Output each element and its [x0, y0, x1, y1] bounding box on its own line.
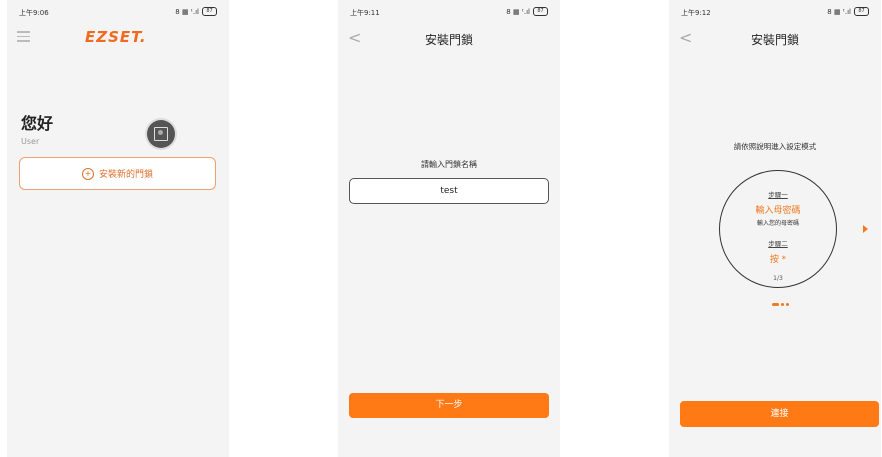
add-lock-label: 安裝新的門鎖 [98, 170, 153, 180]
status-icons: 8 ▦ ᵗ.ıl 87 [175, 7, 217, 16]
status-icons: 8 ▦ ᵗ.ıl 87 [827, 7, 869, 16]
status-bar: 上午9:06 8 ▦ ᵗ.ıl 87 [7, 0, 229, 22]
step2-label: 步驟二 [768, 240, 788, 248]
status-icons: 8 ▦ ᵗ.ıl 87 [506, 7, 548, 16]
signal-icons: 8 ▦ ᵗ.ıl [506, 7, 530, 16]
home-screen: 上午9:06 8 ▦ ᵗ.ıl 87 EZSET. 您好 User + 安裝新的… [7, 0, 229, 457]
battery-icon: 87 [533, 7, 548, 16]
lock-name-input[interactable] [349, 178, 549, 204]
name-lock-screen: 上午9:11 8 ▦ ᵗ.ıl 87 < 安裝門鎖 請輸入門鎖名稱 下一步 [338, 0, 560, 457]
connect-button[interactable]: 連接 [680, 401, 879, 427]
page-title: 安裝門鎖 [750, 33, 799, 47]
pagination-dots [772, 303, 789, 306]
page-indicator: 1/3 [773, 275, 783, 282]
status-bar: 上午9:11 8 ▦ ᵗ.ıl 87 [338, 0, 560, 22]
nav-bar: < 安裝門鎖 [338, 28, 560, 48]
page-title: 安裝門鎖 [424, 33, 473, 47]
setup-instruction: 請依照說明進入設定模式 [733, 142, 817, 151]
username: User [21, 137, 40, 146]
status-time: 上午9:11 [350, 9, 380, 17]
signal-icons: 8 ▦ ᵗ.ıl [175, 7, 199, 16]
signal-icons: 8 ▦ ᵗ.ıl [827, 7, 851, 16]
status-time: 上午9:06 [19, 9, 49, 17]
nav-bar: < 安裝門鎖 [669, 28, 881, 48]
step1-action: 輸入母密碼 [755, 206, 801, 216]
next-button[interactable]: 下一步 [349, 393, 549, 418]
status-time: 上午9:12 [681, 9, 711, 17]
step1-description: 輸入您的母密碼 [756, 220, 799, 227]
setup-mode-screen: 上午9:12 8 ▦ ᵗ.ıl 87 < 安裝門鎖 請依照說明進入設定模式 步驟… [669, 0, 881, 457]
app-logo: EZSET. [85, 28, 147, 46]
battery-icon: 87 [854, 7, 869, 16]
next-page-arrow-icon[interactable] [863, 225, 868, 233]
pagination-dot [781, 303, 784, 306]
avatar[interactable] [147, 120, 175, 148]
step2-action: 按 * [769, 255, 787, 265]
battery-icon: 87 [202, 7, 217, 16]
user-icon [154, 127, 168, 141]
add-lock-button[interactable]: + 安裝新的門鎖 [19, 157, 216, 190]
pagination-dot-active [772, 303, 779, 306]
plus-icon: + [81, 167, 94, 180]
greeting: 您好 [21, 114, 54, 133]
name-prompt: 請輸入門鎖名稱 [421, 160, 477, 169]
step-carousel[interactable]: 步驟一 輸入母密碼 輸入您的母密碼 步驟二 按 * 1/3 [719, 170, 837, 288]
status-bar: 上午9:12 8 ▦ ᵗ.ıl 87 [669, 0, 881, 22]
menu-icon[interactable] [17, 31, 30, 45]
pagination-dot [786, 303, 789, 306]
step1-label: 步驟一 [768, 191, 788, 199]
